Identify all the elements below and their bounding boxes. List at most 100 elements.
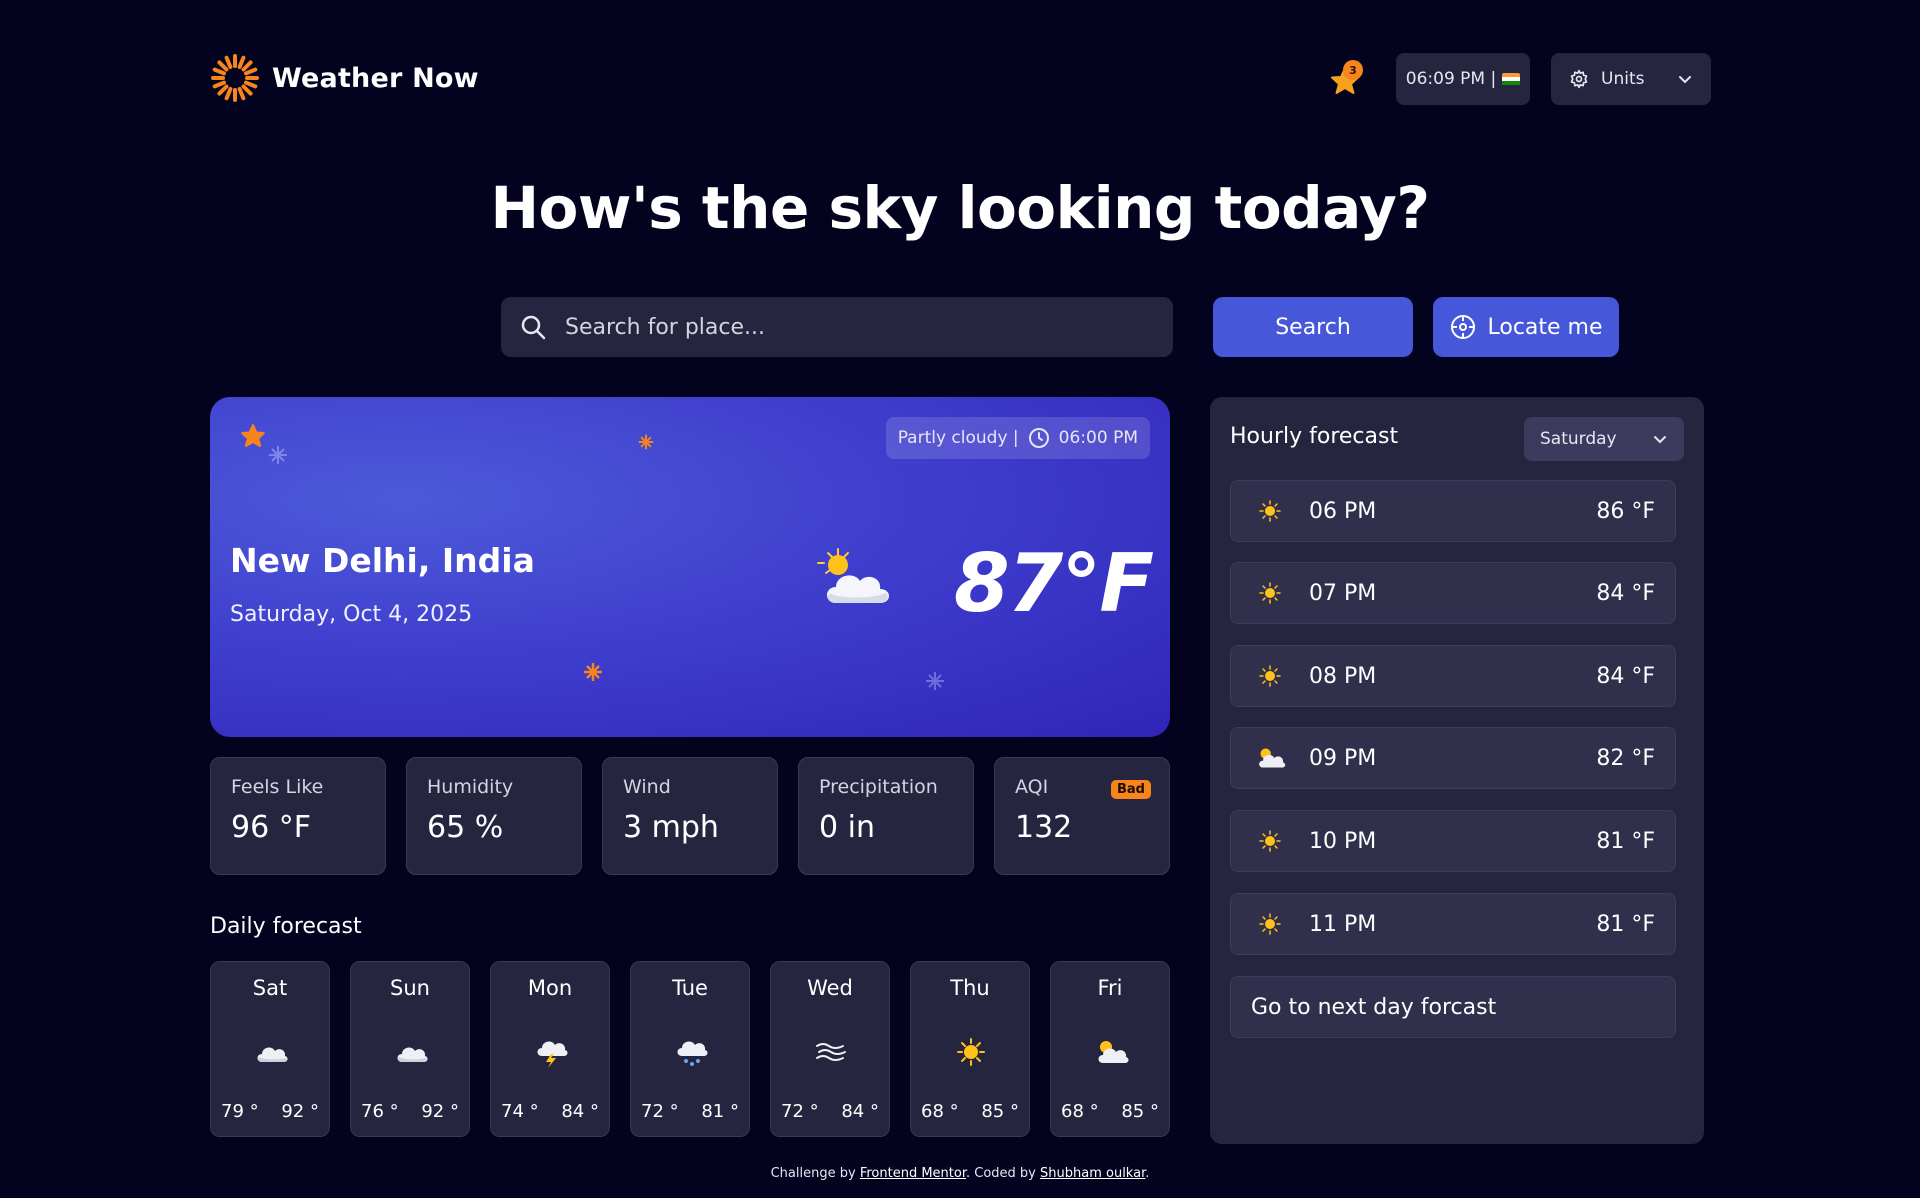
- decorative-star-icon: [241, 424, 265, 447]
- chevron-down-icon: [1654, 436, 1666, 444]
- selected-day: Saturday: [1540, 429, 1617, 449]
- daily-card-wed[interactable]: Wed 72 ° 84 °: [770, 961, 890, 1137]
- day-name: Tue: [672, 976, 708, 1000]
- stat-label: Precipitation: [819, 776, 938, 798]
- stat-value: 132: [1015, 810, 1073, 845]
- hourly-temp: 82 °F: [1596, 745, 1655, 771]
- sun-icon: [957, 1038, 985, 1066]
- app-logo[interactable]: Weather Now: [210, 53, 479, 103]
- partly-cloudy-icon: [1259, 748, 1286, 768]
- current-weather-card: Partly cloudy | 06:00 PM New Delhi, Indi…: [210, 397, 1170, 737]
- stat-value: 96 °F: [231, 810, 311, 845]
- partly-cloudy-icon: [817, 548, 889, 603]
- units-dropdown-button[interactable]: Units: [1551, 53, 1711, 105]
- current-date: Saturday, Oct 4, 2025: [230, 602, 473, 627]
- hourly-temp: 86 °F: [1596, 498, 1655, 524]
- condition-time: 06:00 PM: [1058, 428, 1138, 448]
- local-time: 06:09 PM |: [1405, 69, 1497, 89]
- hourly-temp: 84 °F: [1596, 663, 1655, 689]
- logo-text: Weather Now: [272, 62, 479, 94]
- next-day-forecast-button[interactable]: Go to next day forcast: [1230, 976, 1676, 1038]
- cloud-icon: [397, 1047, 428, 1062]
- day-name: Fri: [1097, 976, 1123, 1000]
- day-name: Sat: [252, 976, 288, 1000]
- hourly-time: 07 PM: [1309, 580, 1377, 606]
- day-high-temp: 85 °: [981, 1101, 1019, 1122]
- local-time-chip: 06:09 PM |: [1396, 53, 1530, 105]
- condition-chip: Partly cloudy | 06:00 PM: [885, 417, 1150, 459]
- sun-logo-icon: [211, 54, 259, 102]
- stat-label: Feels Like: [231, 776, 324, 798]
- next-day-label: Go to next day forcast: [1251, 994, 1497, 1020]
- gear-icon: [1570, 69, 1588, 89]
- cloud-icon: [257, 1047, 288, 1062]
- day-low-temp: 72 °: [781, 1101, 819, 1122]
- decorative-sparkle-icon: [584, 663, 602, 681]
- day-low-temp: 76 °: [361, 1101, 399, 1122]
- hourly-forecast-panel: Hourly forecast Saturday 06 PM 86 °F 07 …: [1210, 397, 1704, 1144]
- sun-icon: [1259, 582, 1281, 604]
- hourly-time: 06 PM: [1309, 498, 1377, 524]
- hourly-time: 08 PM: [1309, 663, 1377, 689]
- decorative-sparkle-icon: [269, 446, 287, 464]
- snow-icon: [677, 1041, 708, 1066]
- stat-label: Wind: [623, 776, 671, 798]
- hourly-row: 09 PM 82 °F: [1230, 727, 1676, 789]
- daily-card-sun[interactable]: Sun 76 ° 92 °: [350, 961, 470, 1137]
- daily-card-sat[interactable]: Sat 79 ° 92 °: [210, 961, 330, 1137]
- fog-icon: [816, 1043, 846, 1061]
- day-low-temp: 72 °: [641, 1101, 679, 1122]
- search-input[interactable]: [565, 314, 1155, 340]
- footer-prefix: Challenge by: [770, 1166, 860, 1181]
- day-low-temp: 79 °: [221, 1101, 259, 1122]
- day-name: Wed: [807, 976, 853, 1000]
- partly-cloudy-icon: [1098, 1041, 1129, 1063]
- sun-icon: [1259, 830, 1281, 852]
- daily-card-thu[interactable]: Thu 68 ° 85 °: [910, 961, 1030, 1137]
- stat-wind: Wind 3 mph: [602, 757, 778, 875]
- day-low-temp: 68 °: [921, 1101, 959, 1122]
- daily-card-fri[interactable]: Fri 68 ° 85 °: [1050, 961, 1170, 1137]
- day-low-temp: 68 °: [1061, 1101, 1099, 1122]
- locate-me-button[interactable]: Locate me: [1433, 297, 1619, 357]
- stat-humidity: Humidity 65 %: [406, 757, 582, 875]
- hourly-temp: 81 °F: [1596, 828, 1655, 854]
- hourly-temp: 84 °F: [1596, 580, 1655, 606]
- india-flag-icon: [1502, 72, 1521, 86]
- search-button[interactable]: Search: [1213, 297, 1413, 357]
- frontend-mentor-link[interactable]: Frontend Mentor: [860, 1166, 966, 1181]
- units-label: Units: [1601, 69, 1645, 89]
- favorites-button[interactable]: 3: [1326, 60, 1364, 98]
- hourly-row: 06 PM 86 °F: [1230, 480, 1676, 542]
- page-headline: How's the sky looking today?: [490, 174, 1430, 242]
- hourly-day-select[interactable]: Saturday: [1524, 417, 1684, 461]
- sun-icon: [1259, 913, 1281, 935]
- attribution-footer: Challenge by Frontend Mentor. Coded by S…: [0, 1166, 1920, 1181]
- day-high-temp: 92 °: [281, 1101, 319, 1122]
- day-high-temp: 85 °: [1121, 1101, 1159, 1122]
- hourly-time: 10 PM: [1309, 828, 1377, 854]
- hourly-temp: 81 °F: [1596, 911, 1655, 937]
- stat-value: 3 mph: [623, 810, 719, 845]
- hourly-time: 11 PM: [1309, 911, 1377, 937]
- day-high-temp: 81 °: [701, 1101, 739, 1122]
- day-name: Mon: [527, 976, 573, 1000]
- hourly-time: 09 PM: [1309, 745, 1377, 771]
- clock-icon: [1028, 428, 1049, 448]
- hourly-row: 07 PM 84 °F: [1230, 562, 1676, 624]
- day-high-temp: 92 °: [421, 1101, 459, 1122]
- author-link[interactable]: Shubham oulkar: [1040, 1166, 1145, 1181]
- hourly-forecast-title: Hourly forecast: [1230, 424, 1399, 449]
- decorative-sparkle-icon: [926, 672, 944, 690]
- search-button-label: Search: [1275, 314, 1351, 340]
- stat-precipitation: Precipitation 0 in: [798, 757, 974, 875]
- stat-label: Humidity: [427, 776, 514, 798]
- day-name: Sun: [390, 976, 430, 1000]
- chevron-down-icon: [1679, 76, 1691, 84]
- storm-icon: [537, 1041, 568, 1068]
- daily-card-mon[interactable]: Mon 74 ° 84 °: [490, 961, 610, 1137]
- crosshair-icon: [1451, 315, 1476, 339]
- location-name: New Delhi, India: [230, 541, 535, 580]
- footer-suffix: .: [1145, 1166, 1150, 1181]
- daily-card-tue[interactable]: Tue 72 ° 81 °: [630, 961, 750, 1137]
